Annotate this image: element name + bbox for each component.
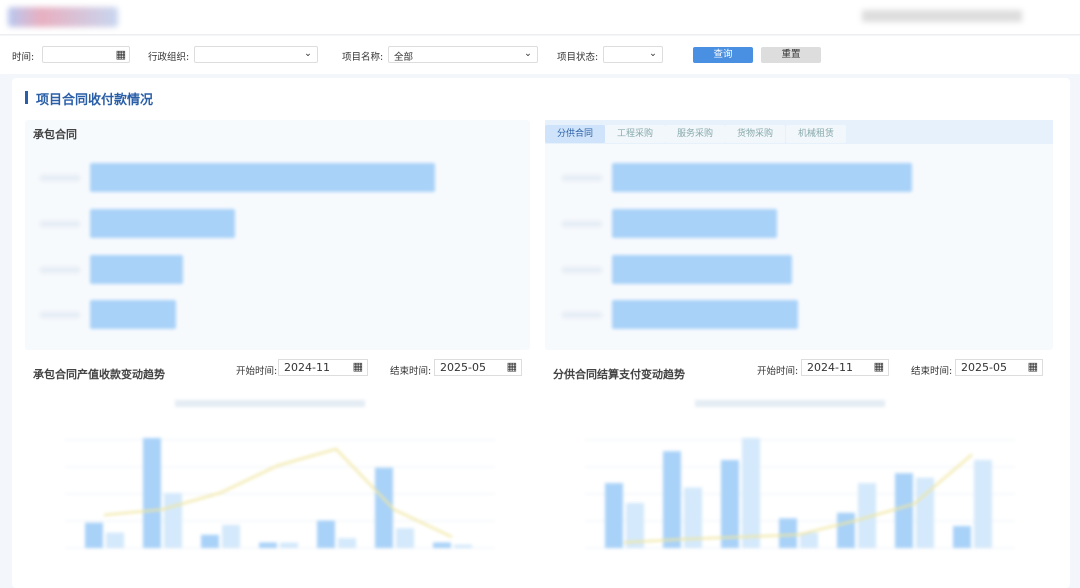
trend-right-title: 分供合同结算支付变动趋势: [553, 368, 685, 381]
end-date-input[interactable]: 2025-05 ▦: [955, 359, 1043, 376]
status-select[interactable]: ⌄: [603, 46, 663, 63]
bar-label: [562, 175, 602, 181]
legend: [175, 400, 365, 407]
calendar-icon: ▦: [1027, 360, 1038, 373]
project-select[interactable]: 全部 ⌄: [388, 46, 538, 63]
bar-label: [40, 267, 80, 273]
bar-series-1: [201, 534, 219, 548]
bar-series-2: [280, 542, 298, 548]
bar[interactable]: [612, 209, 777, 238]
filter-bar: 时间: ▦ 行政组织: ⌄ 项目名称: 全部 ⌄ 项目状态: ⌄ 查询 重置: [0, 36, 1080, 74]
bar-label: [40, 175, 80, 181]
bar-series-1: [259, 542, 277, 548]
reset-button[interactable]: 重置: [761, 47, 821, 63]
bar[interactable]: [90, 300, 177, 329]
bar-series-1: [779, 518, 797, 548]
time-input[interactable]: ▦: [42, 46, 130, 63]
bar-series-1: [895, 473, 913, 548]
trend-right-chart: [585, 400, 1015, 549]
bar-series-2: [800, 532, 818, 548]
trend-left-title: 承包合同产值收款变动趋势: [33, 368, 165, 381]
bar-series-1: [433, 542, 451, 548]
bar-series-2: [974, 460, 992, 548]
bar-series-1: [85, 522, 103, 548]
end-label: 结束时间:: [911, 366, 953, 377]
project-label: 项目名称:: [342, 52, 384, 63]
project-value: 全部: [394, 52, 414, 63]
end-label: 结束时间:: [390, 366, 432, 377]
bar-label: [40, 312, 80, 318]
start-label: 开始时间:: [236, 366, 278, 377]
start-date-input[interactable]: 2024-11 ▦: [801, 359, 889, 376]
bar-series-2: [742, 438, 760, 548]
user-info[interactable]: [862, 10, 1022, 22]
bar[interactable]: [90, 163, 435, 192]
bar-series-2: [106, 532, 124, 548]
start-label: 开始时间:: [757, 366, 799, 377]
bar-series-1: [317, 520, 335, 548]
end-date-value: 2025-05: [440, 361, 486, 374]
bar-series-1: [837, 512, 855, 548]
bar-series-1: [663, 451, 681, 548]
chevron-down-icon: ⌄: [649, 48, 657, 59]
bar-label: [40, 221, 80, 227]
bar-series-1: [375, 467, 393, 548]
status-label: 项目状态:: [557, 52, 599, 63]
bar-label: [562, 312, 602, 318]
bar-label: [562, 221, 602, 227]
tab-2[interactable]: 服务采购: [665, 125, 725, 143]
bar[interactable]: [612, 163, 912, 192]
title-marker: [25, 91, 28, 104]
tab-3[interactable]: 货物采购: [725, 125, 785, 143]
org-label: 行政组织:: [148, 52, 190, 63]
bar-series-1: [143, 438, 161, 548]
tab-4[interactable]: 机械租赁: [786, 125, 846, 143]
bar[interactable]: [612, 255, 792, 284]
end-date-value: 2025-05: [961, 361, 1007, 374]
bar-series-2: [396, 528, 414, 548]
bar[interactable]: [90, 255, 184, 284]
bar-series-1: [953, 526, 971, 548]
bar-series-2: [454, 544, 472, 548]
calendar-icon: ▦: [115, 48, 126, 61]
calendar-icon: ▦: [873, 360, 884, 373]
bar[interactable]: [90, 209, 235, 238]
end-date-input[interactable]: 2025-05 ▦: [434, 359, 522, 376]
bar-label: [562, 267, 602, 273]
section-title: 项目合同收付款情况: [36, 93, 154, 108]
bar-series-2: [222, 524, 240, 548]
logo: [8, 7, 118, 27]
start-date-input[interactable]: 2024-11 ▦: [278, 359, 368, 376]
calendar-icon: ▦: [352, 360, 363, 373]
trend-left-chart: [65, 400, 495, 549]
org-select[interactable]: ⌄: [194, 46, 318, 63]
chevron-down-icon: ⌄: [304, 48, 312, 59]
start-date-value: 2024-11: [807, 361, 853, 374]
query-button[interactable]: 查询: [693, 47, 753, 63]
time-label: 时间:: [12, 52, 35, 63]
start-date-value: 2024-11: [284, 361, 330, 374]
tab-1[interactable]: 工程采购: [605, 125, 665, 143]
tab-0[interactable]: 分供合同: [545, 125, 605, 143]
legend: [695, 400, 885, 407]
chevron-down-icon: ⌄: [524, 48, 532, 59]
panel-title: 承包合同: [33, 128, 77, 141]
bar-series-1: [605, 483, 623, 548]
calendar-icon: ▦: [506, 360, 517, 373]
bar[interactable]: [612, 300, 798, 329]
bar-series-2: [164, 493, 182, 548]
app-header: [0, 0, 1080, 35]
bar-series-1: [721, 460, 739, 548]
bar-series-2: [338, 538, 356, 548]
